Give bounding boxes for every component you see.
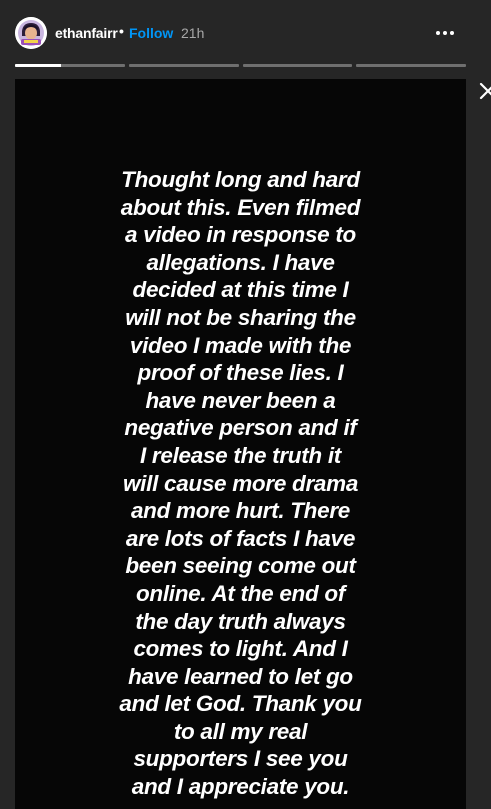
story-progress-bar <box>15 64 466 67</box>
post-timestamp: 21h <box>181 25 205 41</box>
close-icon[interactable] <box>479 82 491 100</box>
story-viewer: ethanfairr • Follow 21h Thought long and… <box>0 0 491 809</box>
progress-segment-3 <box>243 64 352 67</box>
progress-segment-2 <box>129 64 239 67</box>
username-link[interactable]: ethanfairr <box>55 25 118 41</box>
progress-fill <box>15 64 62 67</box>
more-options-icon[interactable] <box>430 22 460 44</box>
follow-button[interactable]: Follow <box>129 25 173 41</box>
profile-avatar-icon[interactable] <box>15 17 47 49</box>
progress-segment-4 <box>356 64 466 67</box>
progress-segment-1 <box>15 64 125 67</box>
story-header: ethanfairr • Follow 21h <box>0 0 491 66</box>
story-caption-text: Thought long and hard about this. Even f… <box>119 167 362 800</box>
header-separator: • <box>119 23 124 39</box>
